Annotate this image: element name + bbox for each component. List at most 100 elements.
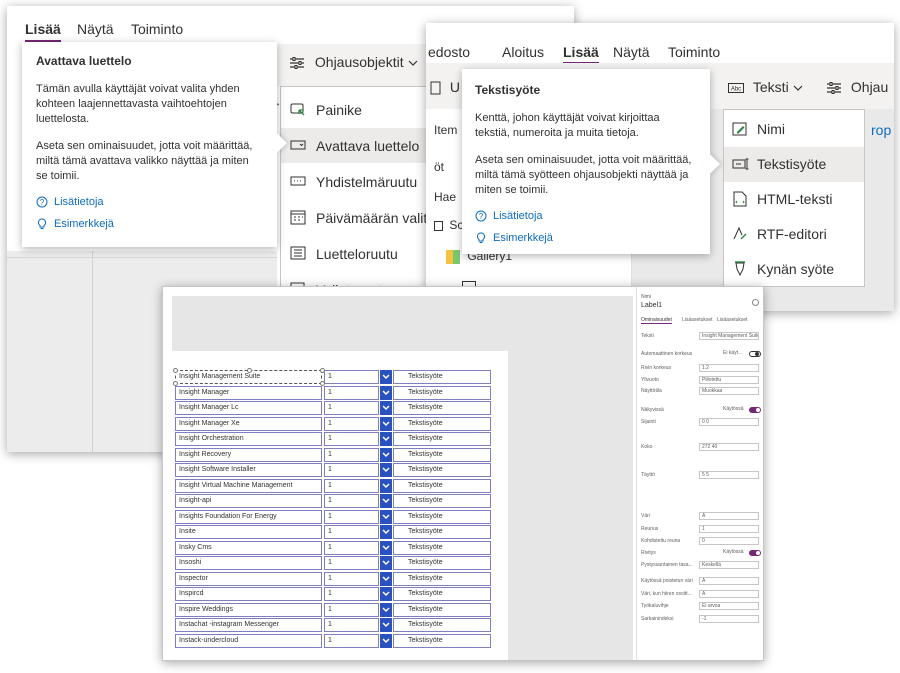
text-input[interactable]: Tekstisyöte — [393, 463, 491, 477]
dropdown-toggle[interactable] — [380, 416, 392, 431]
quantity-input[interactable]: 1 — [324, 587, 379, 601]
menu-action[interactable]: Toiminto — [668, 44, 720, 60]
gallery-row[interactable]: Inspector 1 Tekstisyöte — [175, 571, 491, 588]
menu-view[interactable]: Näytä — [77, 21, 114, 37]
menu-item-dropdown[interactable]: Avattava luettelo — [281, 128, 441, 163]
property-value[interactable]: -1 — [699, 615, 759, 623]
controls-button[interactable]: Ohjau — [826, 79, 888, 95]
properties-link-fragment[interactable]: rop — [871, 122, 891, 138]
property-value[interactable]: 1.2 — [699, 364, 759, 372]
text-input[interactable]: Tekstisyöte — [393, 587, 491, 601]
tab-advanced-2[interactable]: Lisäasetukset — [717, 317, 748, 323]
text-input[interactable]: Tekstisyöte — [393, 416, 491, 431]
dropdown-toggle[interactable] — [380, 509, 392, 524]
menu-insert[interactable]: Lisää — [563, 44, 599, 65]
resize-handle[interactable] — [247, 368, 252, 373]
gallery-row[interactable]: Insight Management Suite 1 Tekstisyöte — [175, 370, 491, 386]
property-value[interactable]: Insight Management Suite — [699, 332, 759, 340]
text-input[interactable]: Tekstisyöte — [393, 618, 491, 632]
menu-item-date-picker[interactable]: Päivämäärän valits — [281, 200, 441, 235]
property-value[interactable]: Piilotettu — [699, 376, 759, 384]
gallery-row[interactable]: Insight Software Installer 1 Tekstisyöte — [175, 463, 491, 479]
text-input[interactable]: Tekstisyöte — [393, 633, 491, 648]
dropdown-toggle[interactable] — [380, 571, 392, 586]
gallery[interactable]: Insight Management Suite 1 Tekstisyöte Insi… — [173, 368, 491, 650]
text-input[interactable]: Tekstisyöte — [393, 401, 491, 415]
gallery-row[interactable]: Inspire Weddings 1 Tekstisyöte — [175, 602, 491, 619]
property-value[interactable]: A — [699, 512, 759, 520]
tree-row[interactable]: öt — [434, 160, 444, 174]
resize-handle[interactable] — [173, 381, 178, 386]
tree-row[interactable]: Item — [434, 123, 457, 137]
dropdown-toggle[interactable] — [380, 385, 392, 400]
dropdown-toggle[interactable] — [380, 602, 392, 617]
text-input[interactable]: Tekstisyöte — [393, 525, 491, 539]
gallery-row[interactable]: Insight Virtual Machine Management 1 Tekst… — [175, 478, 491, 495]
property-value[interactable]: Muokkaa — [699, 387, 759, 395]
resize-handle[interactable] — [173, 368, 178, 373]
tab-advanced[interactable]: Lisäasetukset — [682, 317, 713, 323]
property-value[interactable]: 0 0 — [699, 418, 759, 426]
gallery-row[interactable]: Insoshi 1 Tekstisyöte — [175, 556, 491, 572]
property-value[interactable]: 5 5 — [699, 471, 759, 479]
tab-properties[interactable]: Ominaisuudet — [641, 317, 672, 324]
text-input[interactable]: Tekstisyöte — [393, 494, 491, 508]
dropdown-toggle[interactable] — [380, 525, 392, 539]
property-value[interactable]: A — [699, 577, 759, 585]
help-icon[interactable] — [752, 299, 759, 306]
toolbar-fragment[interactable]: U — [430, 79, 460, 95]
dropdown-toggle[interactable] — [380, 618, 392, 632]
quantity-input[interactable]: 1 — [324, 571, 379, 586]
dropdown-toggle[interactable] — [380, 432, 392, 446]
dropdown-toggle[interactable] — [380, 478, 392, 493]
dropdown-toggle[interactable] — [380, 494, 392, 508]
examples-link[interactable]: Esimerkkejä — [36, 218, 263, 230]
gallery-row[interactable]: Instachat -instagram Messenger 1 Tekstisyö… — [175, 618, 491, 634]
menu-insert[interactable]: Lisää — [25, 21, 61, 43]
quantity-input[interactable]: 1 — [324, 416, 379, 431]
gallery-row[interactable]: Instack-undercloud 1 Tekstisyöte — [175, 633, 491, 650]
quantity-input[interactable]: 1 — [324, 401, 379, 415]
menu-item-listbox[interactable]: Luetteloruutu — [281, 236, 441, 271]
menu-home[interactable]: Aloitus — [502, 44, 544, 60]
text-input[interactable]: Tekstisyöte — [393, 447, 491, 462]
property-value[interactable]: Ei arvoa — [699, 602, 759, 610]
dropdown-toggle[interactable] — [380, 587, 392, 601]
quantity-input[interactable]: 1 — [324, 463, 379, 477]
gallery-row[interactable]: Insky Cms 1 Tekstisyöte — [175, 540, 491, 557]
tree-row[interactable]: Hae — [434, 190, 456, 204]
text-input[interactable]: Tekstisyöte — [393, 540, 491, 555]
quantity-input[interactable]: 1 — [324, 447, 379, 462]
menu-item-combobox[interactable]: Yhdistelmäruutu — [281, 164, 441, 199]
gallery-row[interactable]: Insight-api 1 Tekstisyöte — [175, 494, 491, 510]
quantity-input[interactable]: 1 — [324, 432, 379, 446]
property-value[interactable]: 1 — [699, 525, 759, 533]
quantity-input[interactable]: 1 — [324, 478, 379, 493]
gallery-row[interactable]: Insight Manager 1 Tekstisyöte — [175, 385, 491, 402]
text-input[interactable]: Tekstisyöte — [393, 571, 491, 586]
menu-item-label[interactable]: Nimi — [724, 112, 864, 147]
property-value[interactable]: A — [699, 590, 759, 598]
quantity-input[interactable]: 1 — [324, 540, 379, 555]
menu-item-text-input[interactable]: Tekstisyöte — [724, 147, 864, 182]
resize-handle[interactable] — [320, 368, 325, 373]
quantity-input[interactable]: 1 — [324, 618, 379, 632]
examples-link[interactable]: Esimerkkejä — [475, 232, 697, 244]
property-value[interactable]: Käytössä — [721, 406, 751, 414]
property-value[interactable]: Ei käyt... — [721, 350, 747, 358]
menu-action[interactable]: Toiminto — [131, 21, 183, 37]
toggle-switch[interactable] — [749, 550, 761, 556]
toggle-switch[interactable] — [749, 351, 761, 357]
quantity-input[interactable]: 1 — [324, 525, 379, 539]
dropdown-toggle[interactable] — [380, 540, 392, 555]
text-input[interactable]: Tekstisyöte — [393, 509, 491, 524]
learn-more-link[interactable]: ? Lisätietoja — [475, 210, 697, 222]
gallery-row[interactable]: Insights Foundation For Energy 1 Tekstisyö… — [175, 509, 491, 526]
gallery-row[interactable]: Insight Manager Lc 1 Tekstisyöte — [175, 401, 491, 417]
gallery-row[interactable]: Insite 1 Tekstisyöte — [175, 525, 491, 541]
quantity-input[interactable]: 1 — [324, 494, 379, 508]
text-input[interactable]: Tekstisyöte — [393, 370, 491, 384]
dropdown-toggle[interactable] — [380, 633, 392, 648]
dropdown-toggle[interactable] — [380, 401, 392, 415]
learn-more-link[interactable]: ? Lisätietoja — [36, 196, 263, 208]
